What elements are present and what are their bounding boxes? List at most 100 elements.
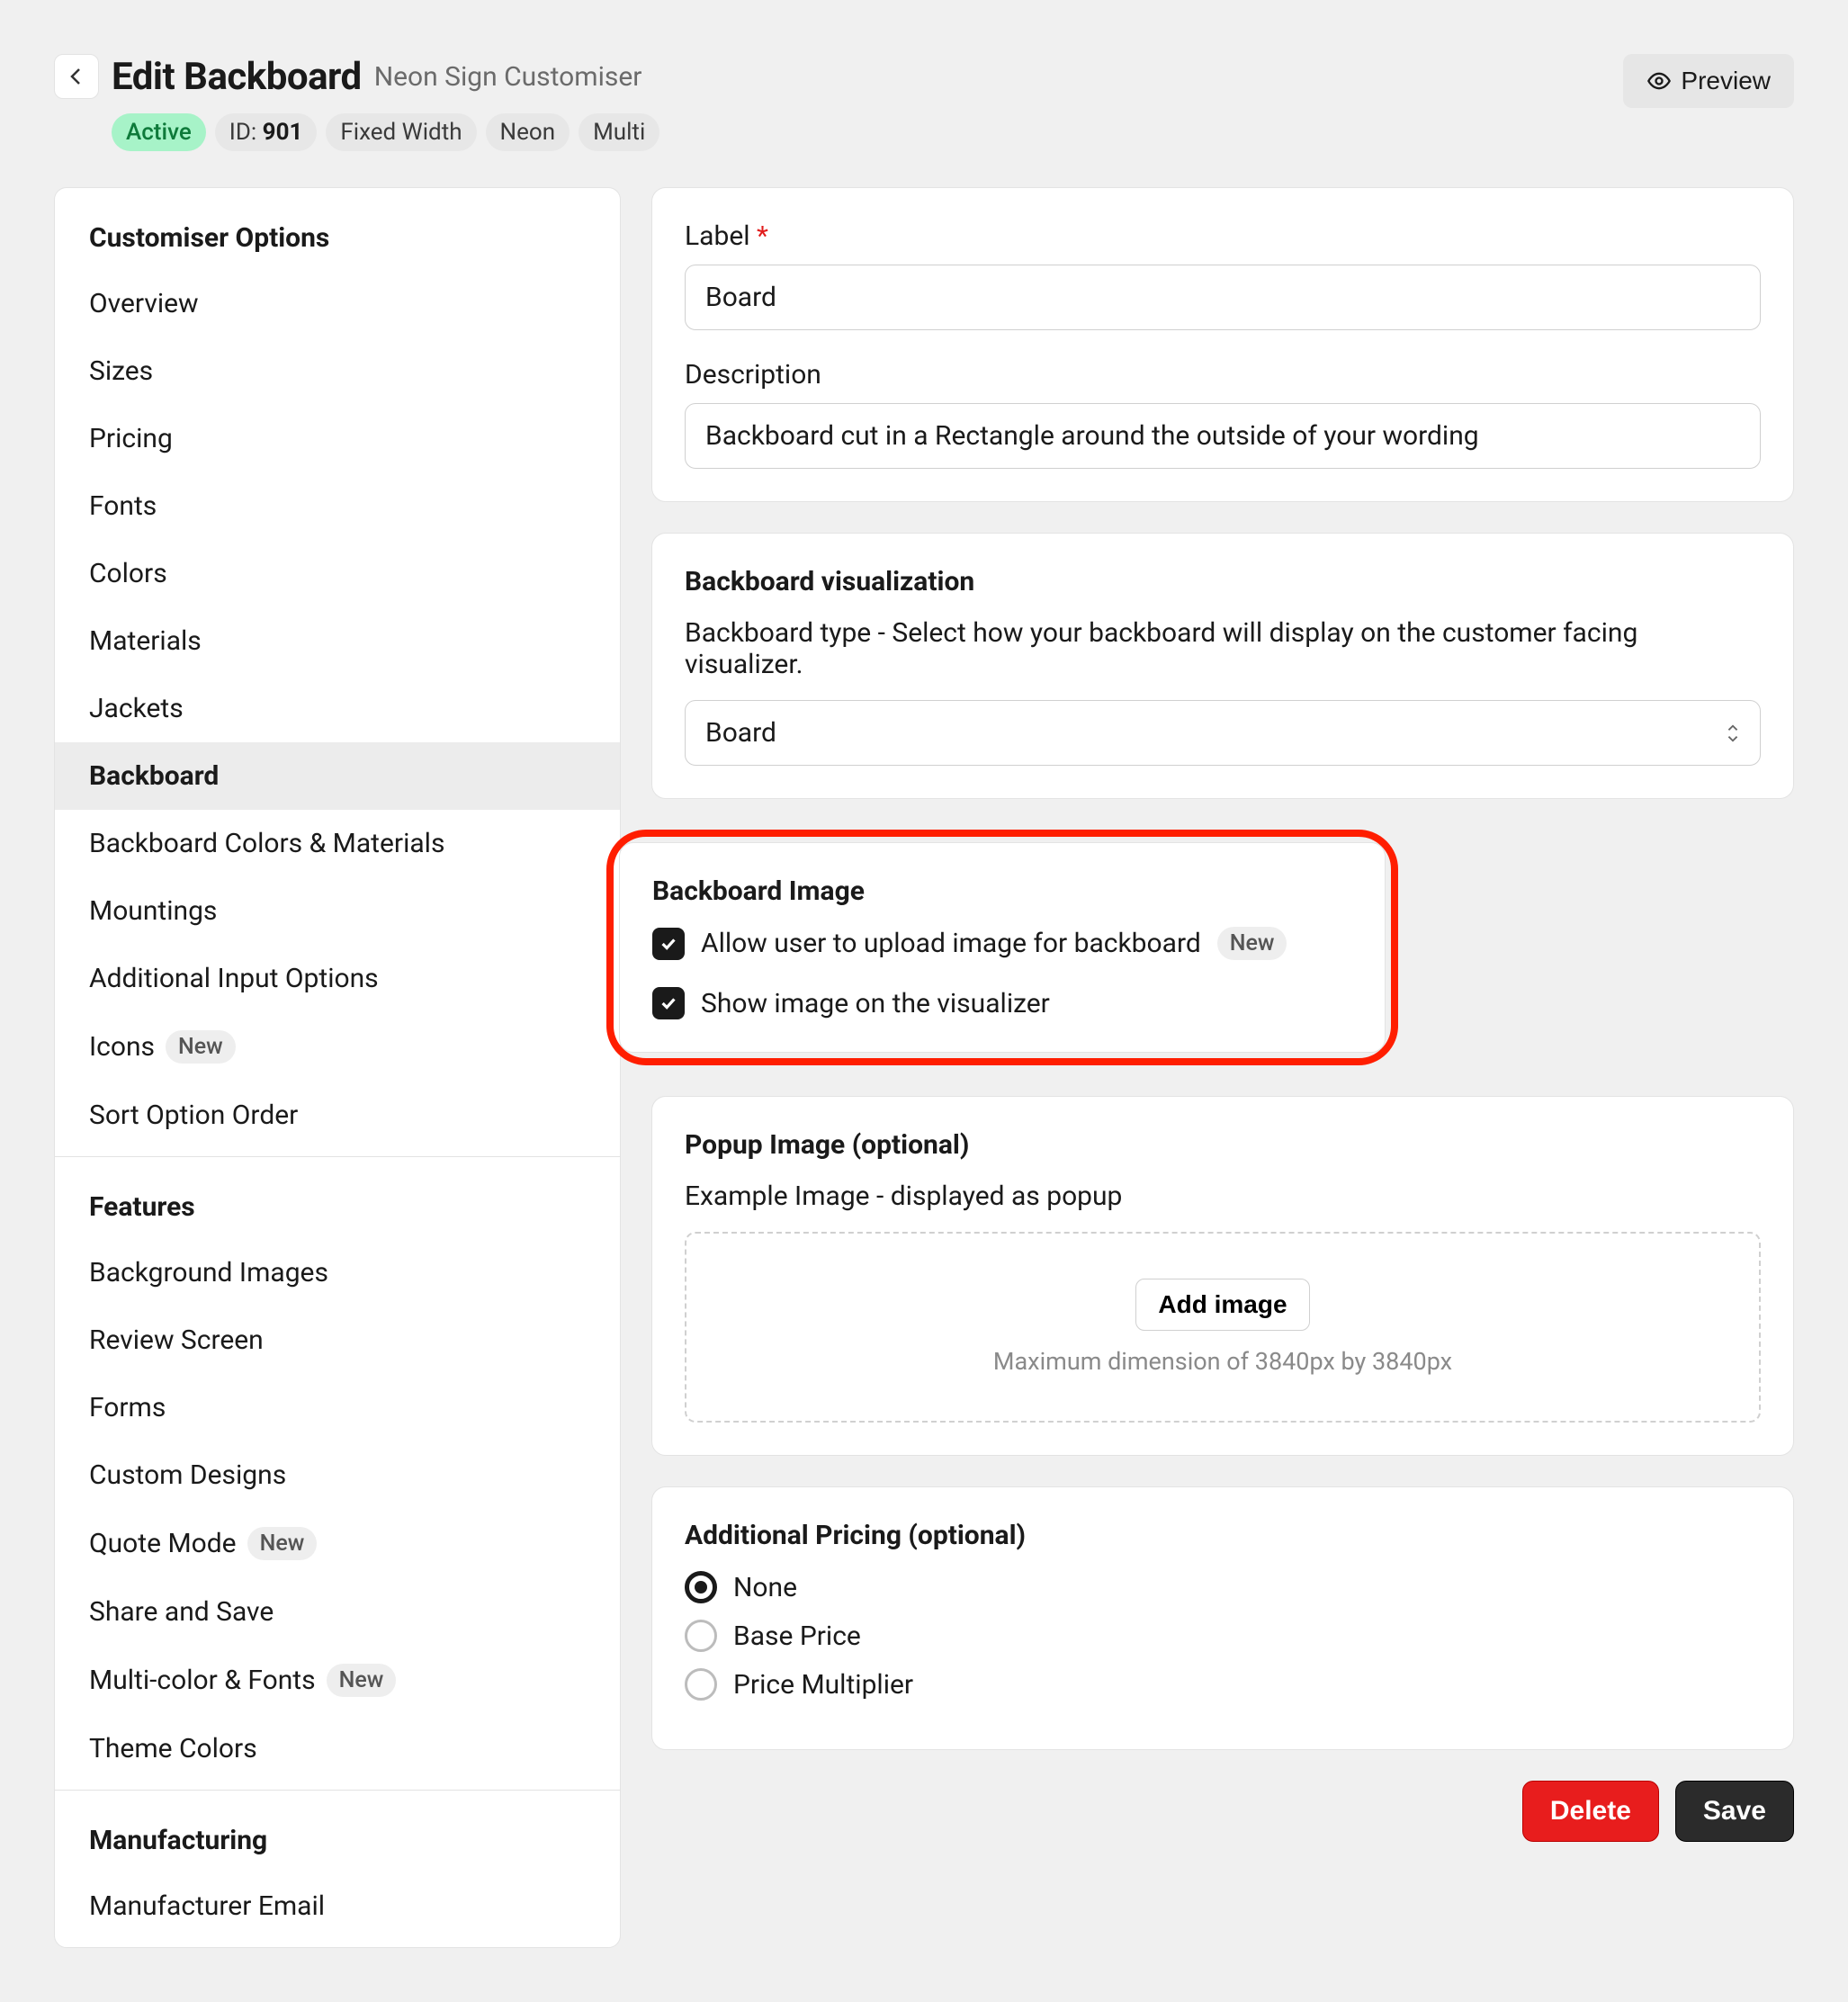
sidebar-item-colors[interactable]: Colors bbox=[55, 540, 620, 607]
sidebar-item-label: Jackets bbox=[89, 693, 184, 724]
sidebar-heading-manufacturing: Manufacturing bbox=[55, 1791, 620, 1872]
sidebar-heading-customiser: Customiser Options bbox=[55, 188, 620, 270]
highlight-frame: Backboard Image Allow user to upload ima… bbox=[606, 830, 1398, 1065]
sidebar-item-label: Review Screen bbox=[89, 1324, 264, 1356]
description-field-label: Description bbox=[685, 359, 1761, 391]
description-input[interactable] bbox=[685, 403, 1761, 469]
popup-image-desc: Example Image - displayed as popup bbox=[685, 1181, 1761, 1212]
sidebar-item-manufacturer-email[interactable]: Manufacturer Email bbox=[55, 1872, 620, 1940]
sidebar-item-pricing[interactable]: Pricing bbox=[55, 405, 620, 472]
radio-label: Base Price bbox=[733, 1620, 861, 1652]
eye-icon bbox=[1646, 68, 1672, 94]
label-field-label: Label * bbox=[685, 220, 1761, 252]
visualization-title: Backboard visualization bbox=[685, 566, 1761, 597]
sidebar-item-materials[interactable]: Materials bbox=[55, 607, 620, 675]
sidebar-item-overview[interactable]: Overview bbox=[55, 270, 620, 337]
additional-pricing-title: Additional Pricing (optional) bbox=[685, 1520, 1761, 1551]
page-subtitle: Neon Sign Customiser bbox=[374, 61, 642, 93]
sidebar-item-sort-option-order[interactable]: Sort Option Order bbox=[55, 1082, 620, 1149]
allow-upload-checkbox[interactable] bbox=[652, 928, 685, 960]
badge-row: Active ID: 901 Fixed Width Neon Multi bbox=[54, 113, 659, 151]
sidebar-item-label: Background Images bbox=[89, 1257, 328, 1288]
save-button[interactable]: Save bbox=[1675, 1781, 1794, 1842]
sidebar-item-label: Mountings bbox=[89, 895, 217, 927]
sidebar-item-label: Forms bbox=[89, 1392, 166, 1423]
image-dropzone[interactable]: Add image Maximum dimension of 3840px by… bbox=[685, 1232, 1761, 1423]
sidebar-item-label: Custom Designs bbox=[89, 1459, 286, 1491]
check-icon bbox=[659, 934, 678, 954]
radio-label: None bbox=[733, 1572, 797, 1603]
neon-badge: Neon bbox=[486, 113, 570, 151]
sidebar-item-label: Overview bbox=[89, 288, 199, 319]
sidebar-item-label: Sizes bbox=[89, 355, 153, 387]
id-badge: ID: 901 bbox=[215, 113, 318, 151]
dropzone-hint: Maximum dimension of 3840px by 3840px bbox=[993, 1347, 1452, 1376]
new-badge: New bbox=[247, 1527, 318, 1560]
backboard-type-select[interactable]: Board bbox=[685, 700, 1761, 766]
sidebar-item-forms[interactable]: Forms bbox=[55, 1374, 620, 1441]
sidebar-item-sizes[interactable]: Sizes bbox=[55, 337, 620, 405]
sidebar-item-label: Pricing bbox=[89, 423, 173, 454]
sidebar-heading-features: Features bbox=[55, 1157, 620, 1239]
sidebar-item-share-and-save[interactable]: Share and Save bbox=[55, 1578, 620, 1646]
fixed-width-badge: Fixed Width bbox=[326, 113, 476, 151]
pricing-option-base-price[interactable]: Base Price bbox=[685, 1620, 1761, 1652]
sidebar-item-fonts[interactable]: Fonts bbox=[55, 472, 620, 540]
sidebar-item-label: Materials bbox=[89, 625, 202, 657]
card-additional-pricing: Additional Pricing (optional) None Base P… bbox=[651, 1486, 1794, 1750]
new-badge: New bbox=[327, 1664, 397, 1697]
visualization-desc: Backboard type - Select how your backboa… bbox=[685, 617, 1761, 680]
radio-button[interactable] bbox=[685, 1668, 717, 1701]
new-badge: New bbox=[1217, 927, 1287, 960]
label-input[interactable] bbox=[685, 265, 1761, 330]
card-basic-info: Label * Description bbox=[651, 187, 1794, 502]
multi-badge: Multi bbox=[579, 113, 659, 151]
sidebar-item-label: Backboard bbox=[89, 760, 219, 792]
backboard-image-title: Backboard Image bbox=[652, 875, 1352, 907]
radio-button[interactable] bbox=[685, 1571, 717, 1603]
sidebar-item-mountings[interactable]: Mountings bbox=[55, 877, 620, 945]
radio-label: Price Multiplier bbox=[733, 1669, 913, 1701]
sidebar-item-label: Colors bbox=[89, 558, 167, 589]
card-visualization: Backboard visualization Backboard type -… bbox=[651, 533, 1794, 799]
sidebar-item-background-images[interactable]: Background Images bbox=[55, 1239, 620, 1306]
sidebar-item-label: Multi-color & Fonts bbox=[89, 1665, 316, 1696]
sidebar-item-custom-designs[interactable]: Custom Designs bbox=[55, 1441, 620, 1509]
card-backboard-image: Backboard Image Allow user to upload ima… bbox=[619, 842, 1386, 1053]
sidebar-item-label: Icons bbox=[89, 1031, 155, 1063]
delete-button[interactable]: Delete bbox=[1522, 1781, 1659, 1842]
sidebar-item-backboard[interactable]: Backboard bbox=[55, 742, 620, 810]
sidebar-item-label: Fonts bbox=[89, 490, 157, 522]
sidebar-item-review-screen[interactable]: Review Screen bbox=[55, 1306, 620, 1374]
sidebar-item-label: Theme Colors bbox=[89, 1733, 257, 1764]
sidebar-item-label: Quote Mode bbox=[89, 1528, 237, 1559]
sidebar-item-label: Sort Option Order bbox=[89, 1100, 298, 1131]
add-image-button[interactable]: Add image bbox=[1135, 1279, 1309, 1331]
footer-actions: Delete Save bbox=[651, 1781, 1794, 1842]
sidebar-item-additional-input-options[interactable]: Additional Input Options bbox=[55, 945, 620, 1012]
preview-button[interactable]: Preview bbox=[1623, 54, 1794, 108]
sidebar-item-quote-mode[interactable]: Quote Mode New bbox=[55, 1509, 620, 1578]
show-on-visualizer-label: Show image on the visualizer bbox=[701, 988, 1050, 1019]
allow-upload-label: Allow user to upload image for backboard bbox=[701, 928, 1201, 959]
page-title: Edit Backboard bbox=[112, 55, 362, 99]
status-badge-active: Active bbox=[112, 113, 206, 151]
check-icon bbox=[659, 993, 678, 1013]
sidebar-item-label: Share and Save bbox=[89, 1596, 274, 1628]
sidebar-item-backboard-colors-materials[interactable]: Backboard Colors & Materials bbox=[55, 810, 620, 877]
sidebar-item-icons[interactable]: Icons New bbox=[55, 1012, 620, 1082]
new-badge: New bbox=[166, 1030, 236, 1064]
pricing-option-none[interactable]: None bbox=[685, 1571, 1761, 1603]
radio-button[interactable] bbox=[685, 1620, 717, 1652]
sidebar-item-label: Additional Input Options bbox=[89, 963, 379, 994]
sidebar-item-multi-color-fonts[interactable]: Multi-color & Fonts New bbox=[55, 1646, 620, 1715]
pricing-option-price-multiplier[interactable]: Price Multiplier bbox=[685, 1668, 1761, 1701]
sidebar-item-label: Backboard Colors & Materials bbox=[89, 828, 444, 859]
back-button[interactable] bbox=[54, 54, 99, 99]
card-popup-image: Popup Image (optional) Example Image - d… bbox=[651, 1096, 1794, 1456]
arrow-left-icon bbox=[66, 66, 87, 87]
sidebar-item-theme-colors[interactable]: Theme Colors bbox=[55, 1715, 620, 1782]
show-on-visualizer-checkbox[interactable] bbox=[652, 987, 685, 1019]
sidebar-item-jackets[interactable]: Jackets bbox=[55, 675, 620, 742]
sidebar: Customiser Options Overview Sizes Pricing F… bbox=[54, 187, 621, 1948]
